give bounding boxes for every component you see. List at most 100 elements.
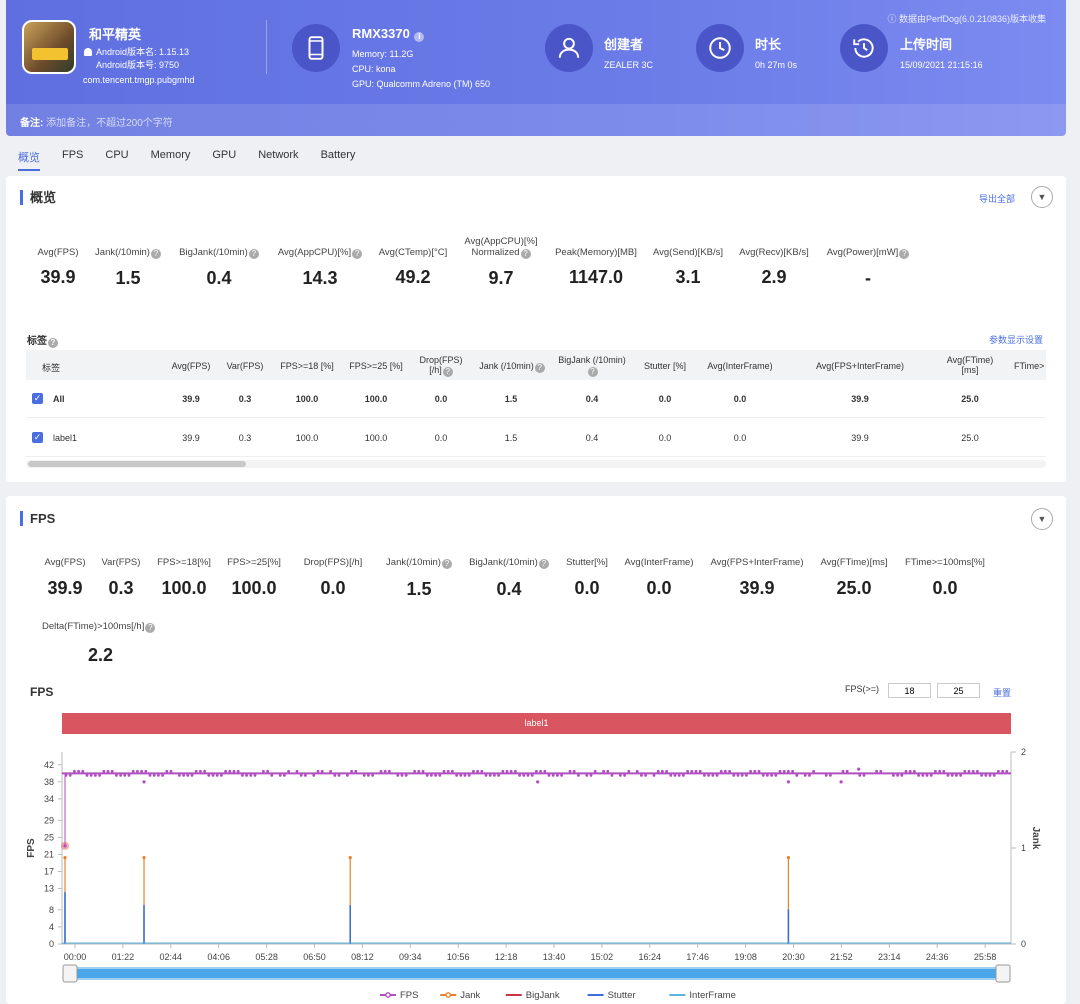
fps-point: [123, 773, 127, 777]
fps-point: [442, 769, 446, 773]
fps-point: [749, 769, 752, 773]
fps-point: [367, 773, 370, 777]
fps-point: [228, 769, 232, 773]
fps-point: [908, 769, 912, 773]
x-tick-label: 16:24: [639, 952, 662, 962]
legend-label: FPS: [400, 990, 418, 1001]
fps-point: [169, 769, 173, 773]
fps-point: [383, 769, 387, 773]
fps-point: [299, 773, 303, 777]
fps-point: [514, 769, 517, 773]
x-tick-label: 20:30: [782, 952, 805, 962]
fps-point: [438, 773, 442, 777]
legend-label: Stutter: [608, 990, 636, 1001]
fps-point: [736, 773, 740, 777]
fps-point: [165, 769, 169, 773]
fps-point: [862, 773, 866, 777]
fps-point: [278, 773, 282, 777]
legend-label: Jank: [460, 990, 480, 1001]
fps-point: [211, 773, 215, 777]
x-tick-label: 15:02: [591, 952, 614, 962]
fps-point: [81, 769, 85, 773]
fps-point: [682, 773, 685, 777]
y-tick-label: 25: [44, 832, 54, 842]
fps-point: [73, 769, 76, 773]
fps-point: [215, 773, 219, 777]
x-tick-label: 08:12: [351, 952, 374, 962]
fps-point: [787, 769, 790, 773]
fps-point: [304, 773, 307, 777]
fps-point: [220, 773, 223, 777]
fps-point: [446, 769, 450, 773]
fps-point: [791, 769, 794, 773]
fps-point: [484, 773, 488, 777]
fps-point: [182, 773, 186, 777]
fps-point: [1001, 769, 1004, 773]
fps-point: [493, 773, 496, 777]
fps-point: [136, 769, 139, 773]
fps-point: [115, 773, 118, 777]
fps-point: [673, 773, 677, 777]
fps-point: [694, 769, 698, 773]
fps-point: [518, 773, 521, 777]
fps-point: [404, 773, 408, 777]
fps-point: [719, 769, 723, 773]
fps-point: [556, 773, 559, 777]
y2-axis-label: Jank: [1030, 827, 1041, 850]
fps-point: [942, 769, 946, 773]
fps-point: [232, 769, 236, 773]
fps-point: [896, 773, 899, 777]
fps-point: [430, 773, 433, 777]
fps-point: [707, 773, 710, 777]
y-axis-label: FPS: [26, 838, 37, 858]
fps-point: [913, 769, 916, 773]
fps-point: [346, 773, 349, 777]
fps-point: [530, 773, 534, 777]
fps-point: [959, 773, 962, 777]
fps-point: [929, 773, 933, 777]
zoom-slider-handle-left: [62, 964, 78, 983]
fps-point: [635, 769, 639, 773]
fps-point: [245, 773, 249, 777]
fps-point: [77, 769, 80, 773]
fps-point: [795, 773, 799, 777]
fps-chart[interactable]: 0 4 8 13 17 21 25 29 34 38 42 0 1 2 FPS Jank 00:00 01:22 0…: [0, 0, 1080, 1004]
x-tick-label: 05:28: [255, 952, 278, 962]
fps-point: [253, 773, 257, 777]
fps-point: [413, 769, 416, 773]
y-tick-label: 13: [44, 884, 54, 894]
fps-point: [535, 769, 538, 773]
jank-point: [348, 856, 352, 860]
legend-label: BigJank: [526, 990, 560, 1001]
fps-point: [770, 773, 773, 777]
fps-point: [950, 773, 954, 777]
fps-point: [661, 769, 664, 773]
fps-point: [509, 769, 513, 773]
fps-point: [329, 769, 332, 773]
fps-point: [526, 773, 530, 777]
fps-point: [476, 769, 479, 773]
jank-point: [63, 856, 67, 860]
fps-point: [669, 773, 673, 777]
fps-point: [434, 773, 437, 777]
fps-point: [917, 773, 920, 777]
fps-point: [68, 773, 72, 777]
fps-point: [879, 769, 883, 773]
fps-point: [711, 773, 715, 777]
fps-point: [316, 769, 320, 773]
fps-dip-point: [857, 767, 861, 771]
fps-point: [320, 769, 324, 773]
fps-point: [425, 773, 429, 777]
fps-point: [417, 769, 421, 773]
fps-point: [627, 769, 631, 773]
fps-point: [94, 773, 97, 777]
fps-point: [845, 769, 849, 773]
fps-point: [241, 773, 244, 777]
fps-point: [938, 769, 941, 773]
fps-point: [703, 773, 706, 777]
fps-point: [753, 769, 757, 773]
fps-point: [144, 769, 148, 773]
x-tick-label: 02:44: [160, 952, 183, 962]
fps-point: [946, 773, 950, 777]
fps-dip-point: [142, 780, 146, 784]
